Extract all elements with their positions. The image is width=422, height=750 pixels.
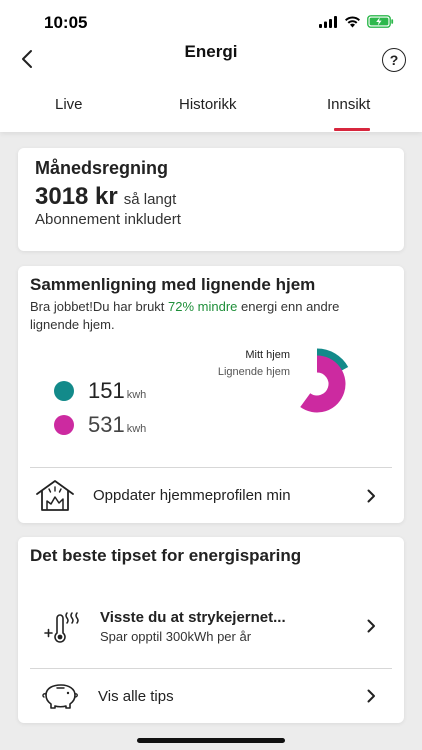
tab-live[interactable]: Live [55,96,83,113]
tab-bar: Live Historikk Innsikt [0,88,422,132]
help-button[interactable]: ? [382,48,406,72]
signal-icon [319,15,338,33]
comparison-title: Sammenligning med lignende hjem [30,275,316,294]
house-icon [36,479,74,511]
tip-text: Visste du at strykejernet... Spar opptil… [100,609,286,644]
battery-icon [367,15,394,33]
status-bar: 10:05 [0,0,422,44]
comparison-desc-start: Bra jobbet!Du har brukt [30,299,169,314]
comparison-card: Sammenligning med lignende hjem Bra jobb… [18,266,404,523]
comparison-description: Bra jobbet!Du har brukt 72% mindre energ… [30,298,390,334]
wifi-icon [344,15,361,33]
bill-amount-row: 3018 kr så langt [35,183,176,211]
bill-amount-suffix: så langt [123,191,177,208]
monthly-bill-card[interactable]: Månedsregning 3018 kr så langt Abonnemen… [18,148,404,251]
legend-mine-dot [54,381,74,401]
comparison-donut-chart [300,348,349,413]
tips-title: Det beste tipset for energisparing [30,546,302,565]
status-time: 10:05 [44,13,88,32]
status-icons [319,15,394,33]
help-icon: ? [389,52,399,68]
tip-item-iron[interactable]: Visste du at strykejernet... Spar opptil… [30,585,392,667]
active-tab-indicator [334,128,370,131]
legend-similar-value: 531 [88,412,125,437]
energy-tips-card: Det beste tipset for energisparing Visst… [18,537,404,723]
bill-amount: 3018 kr [35,183,118,210]
chevron-right-icon [367,619,375,633]
show-all-tips-link[interactable]: Vis alle tips [30,669,392,723]
legend-similar-dot [54,415,74,435]
tab-historikk[interactable]: Historikk [179,96,237,113]
chevron-right-icon [367,689,375,703]
donut-arc-similar [300,355,346,413]
comparison-highlight: 72% mindre [168,299,238,314]
legend-mine-unit: kwh [126,389,147,401]
top-bar: 10:05 Energi ? Live Historikk Innsikt [0,0,422,132]
bill-title: Månedsregning [35,158,169,178]
chevron-right-icon [367,489,375,502]
legend-similar-unit: kwh [126,423,147,435]
update-home-profile-link[interactable]: Oppdater hjemmeprofilen min [30,468,392,523]
thermometer-heat-icon [44,612,79,643]
nav-bar: Energi ? [0,40,422,80]
legend-similar: 531 kwh [54,412,146,438]
tip-title: Visste du at strykejernet... [100,608,286,626]
piggy-bank-icon [42,684,78,709]
tab-innsikt[interactable]: Innsikt [327,96,370,113]
legend-mine-value: 151 [88,378,125,403]
home-indicator [137,738,285,743]
legend-mine: 151 kwh [54,378,146,404]
page-title: Energi [184,42,238,61]
bill-subtitle: Abonnement inkludert [35,211,181,228]
update-home-profile-label: Oppdater hjemmeprofilen min [93,487,291,504]
tip-subtitle: Spar opptil 300kWh per år [100,628,252,644]
show-all-tips-label: Vis alle tips [98,687,174,705]
